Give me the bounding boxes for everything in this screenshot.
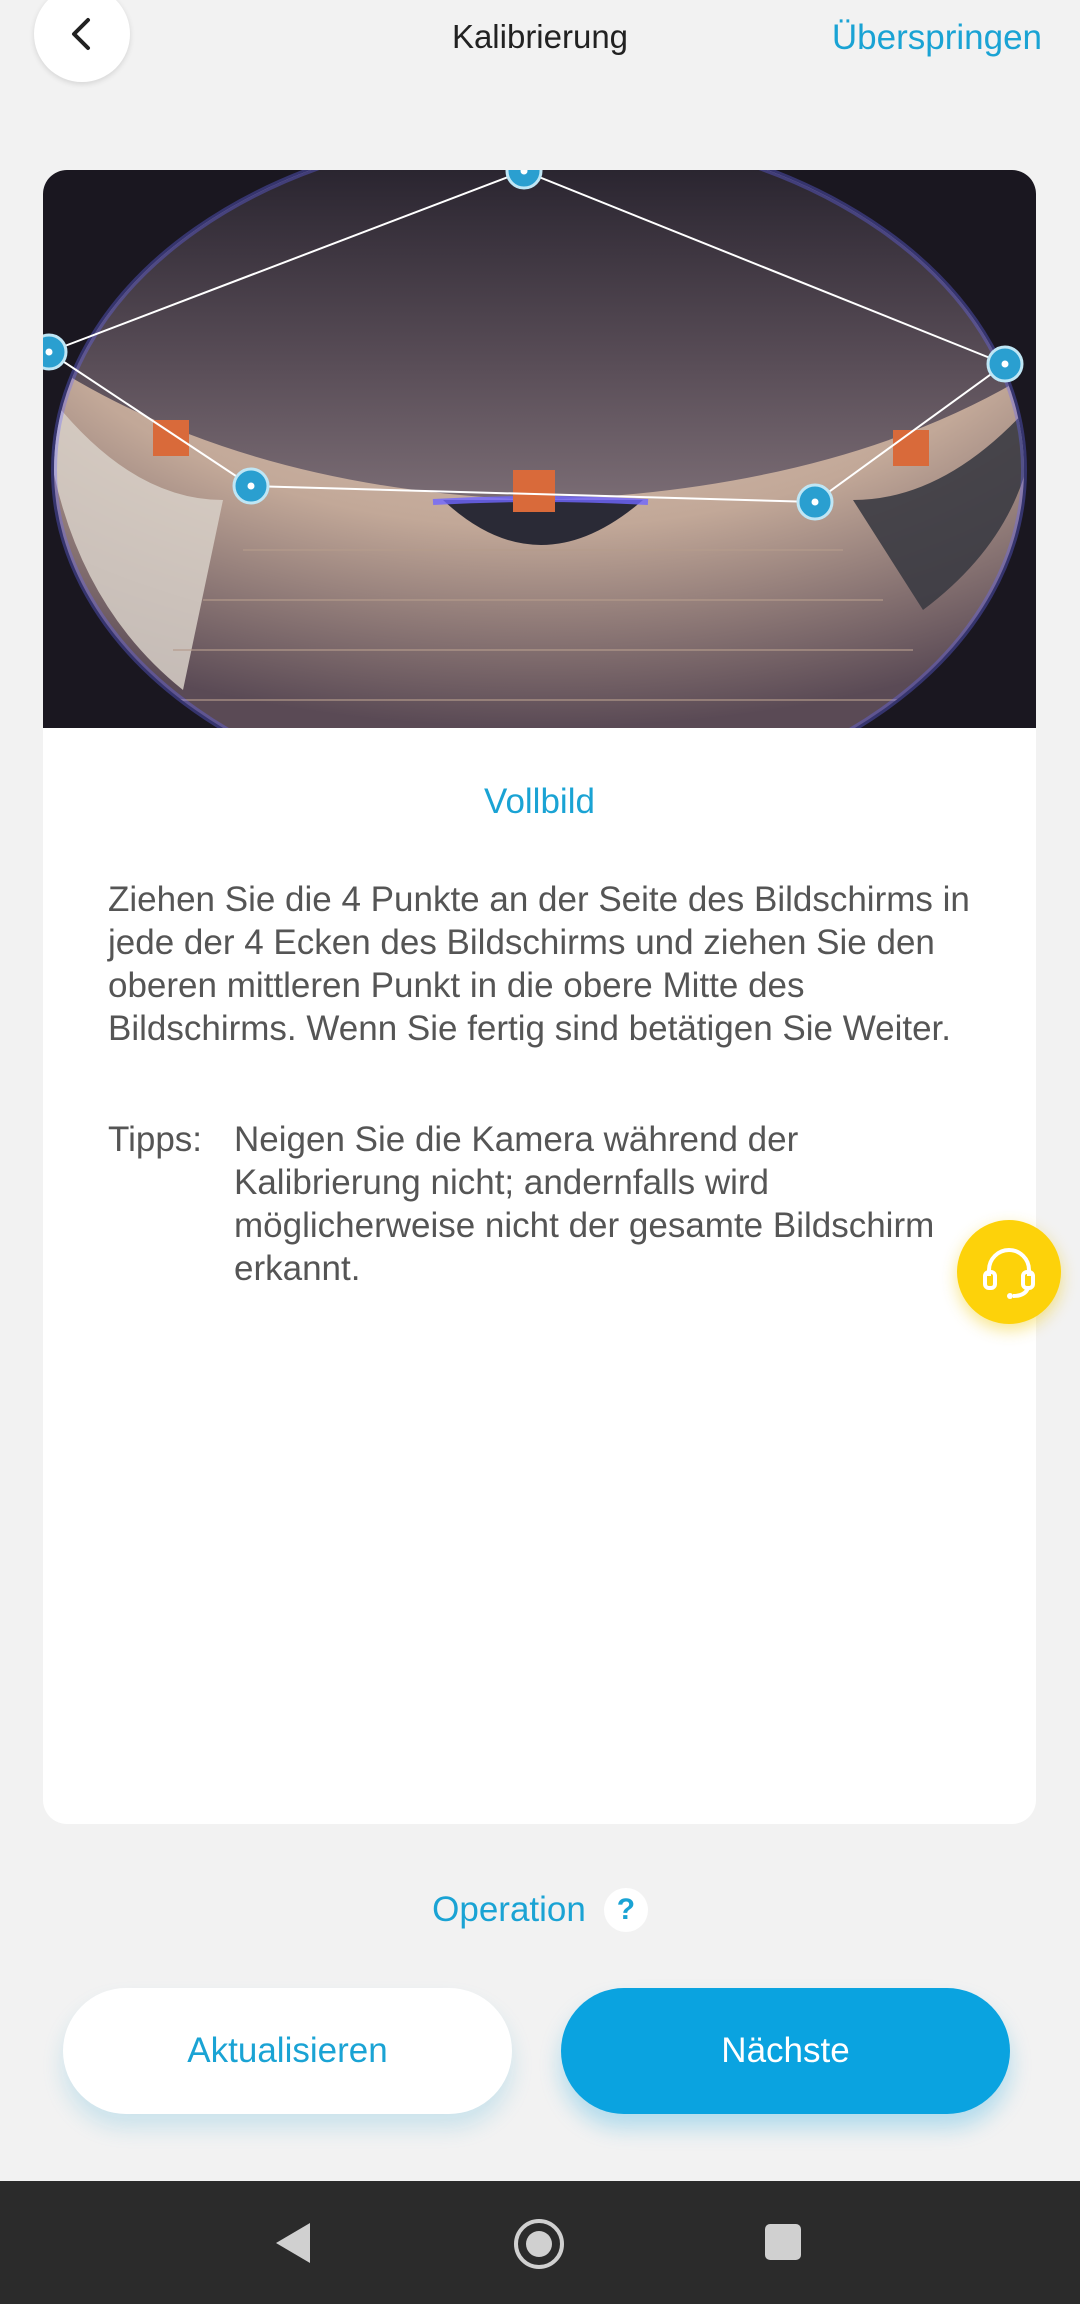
refresh-button[interactable]: Aktualisieren <box>63 1988 512 2114</box>
calibration-point-top-left[interactable] <box>43 333 68 371</box>
next-button[interactable]: Nächste <box>561 1988 1010 2114</box>
tips-label: Tipps: <box>108 1120 203 1159</box>
circle-home-icon[interactable] <box>512 2217 566 2276</box>
triangle-back-icon[interactable] <box>272 2221 316 2270</box>
camera-preview[interactable] <box>43 170 1036 728</box>
square-recent-icon[interactable] <box>764 2223 802 2266</box>
tips-text: Neigen Sie die Kamera während der Kalibr… <box>234 1120 935 1288</box>
tips-block: Tipps: Neigen Sie die Kamera während der… <box>108 1118 988 1290</box>
fullscreen-mode-label: Vollbild <box>484 782 595 821</box>
header: Kalibrierung Überspringen <box>0 0 1080 90</box>
question-icon[interactable]: ? <box>603 1888 648 1932</box>
instructions-text: Ziehen Sie die 4 Punkte an der Seite des… <box>108 880 970 1048</box>
support-button[interactable] <box>957 1220 1061 1324</box>
headset-icon <box>983 1248 1035 1299</box>
system-nav-bar <box>0 2181 1080 2304</box>
operation-link[interactable]: Operation ? <box>0 1888 1080 1932</box>
calibration-point-top-right[interactable] <box>986 345 1024 383</box>
operation-label: Operation <box>432 1890 586 1929</box>
calibration-point-bottom-left[interactable] <box>232 467 270 505</box>
calibration-point-bottom-right[interactable] <box>796 483 834 521</box>
skip-button[interactable]: Überspringen <box>832 18 1042 58</box>
calibration-card: Vollbild Ziehen Sie die 4 Punkte an der … <box>43 170 1036 1824</box>
